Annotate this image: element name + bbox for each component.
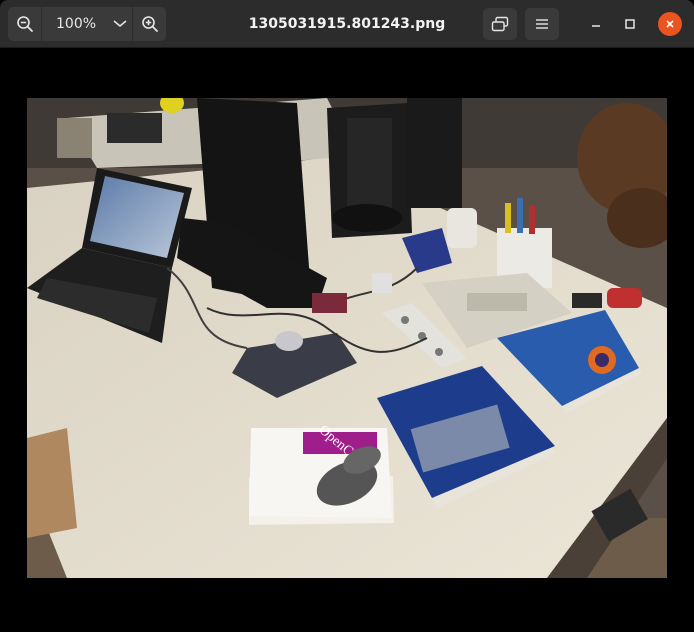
image-viewer-window: 100% 1305031915.801243.png OpenCV [0,0,694,632]
chevron-down-icon [108,19,132,29]
close-icon [666,20,674,28]
zoom-out-button[interactable] [8,7,42,41]
displayed-photo: OpenCV [27,98,667,578]
window-title: 1305031915.801243.png [248,16,446,32]
header-bar: 100% 1305031915.801243.png [0,0,694,48]
main-menu-button[interactable] [525,8,559,40]
zoom-out-icon [16,16,33,32]
zoom-level-dropdown[interactable]: 100% [42,7,132,41]
close-button[interactable] [658,12,682,36]
slideshow-icon [491,16,509,32]
slideshow-button[interactable] [483,8,517,40]
hamburger-menu-icon [536,19,548,29]
minimize-button[interactable] [584,12,608,36]
image-canvas[interactable]: OpenCV [0,48,694,632]
zoom-control-group: 100% [8,7,166,41]
zoom-level-value: 100% [56,16,97,32]
minimize-icon [592,25,600,27]
zoom-in-icon [141,16,158,32]
maximize-button[interactable] [618,12,642,36]
maximize-icon [625,19,635,29]
zoom-in-button[interactable] [132,7,166,41]
